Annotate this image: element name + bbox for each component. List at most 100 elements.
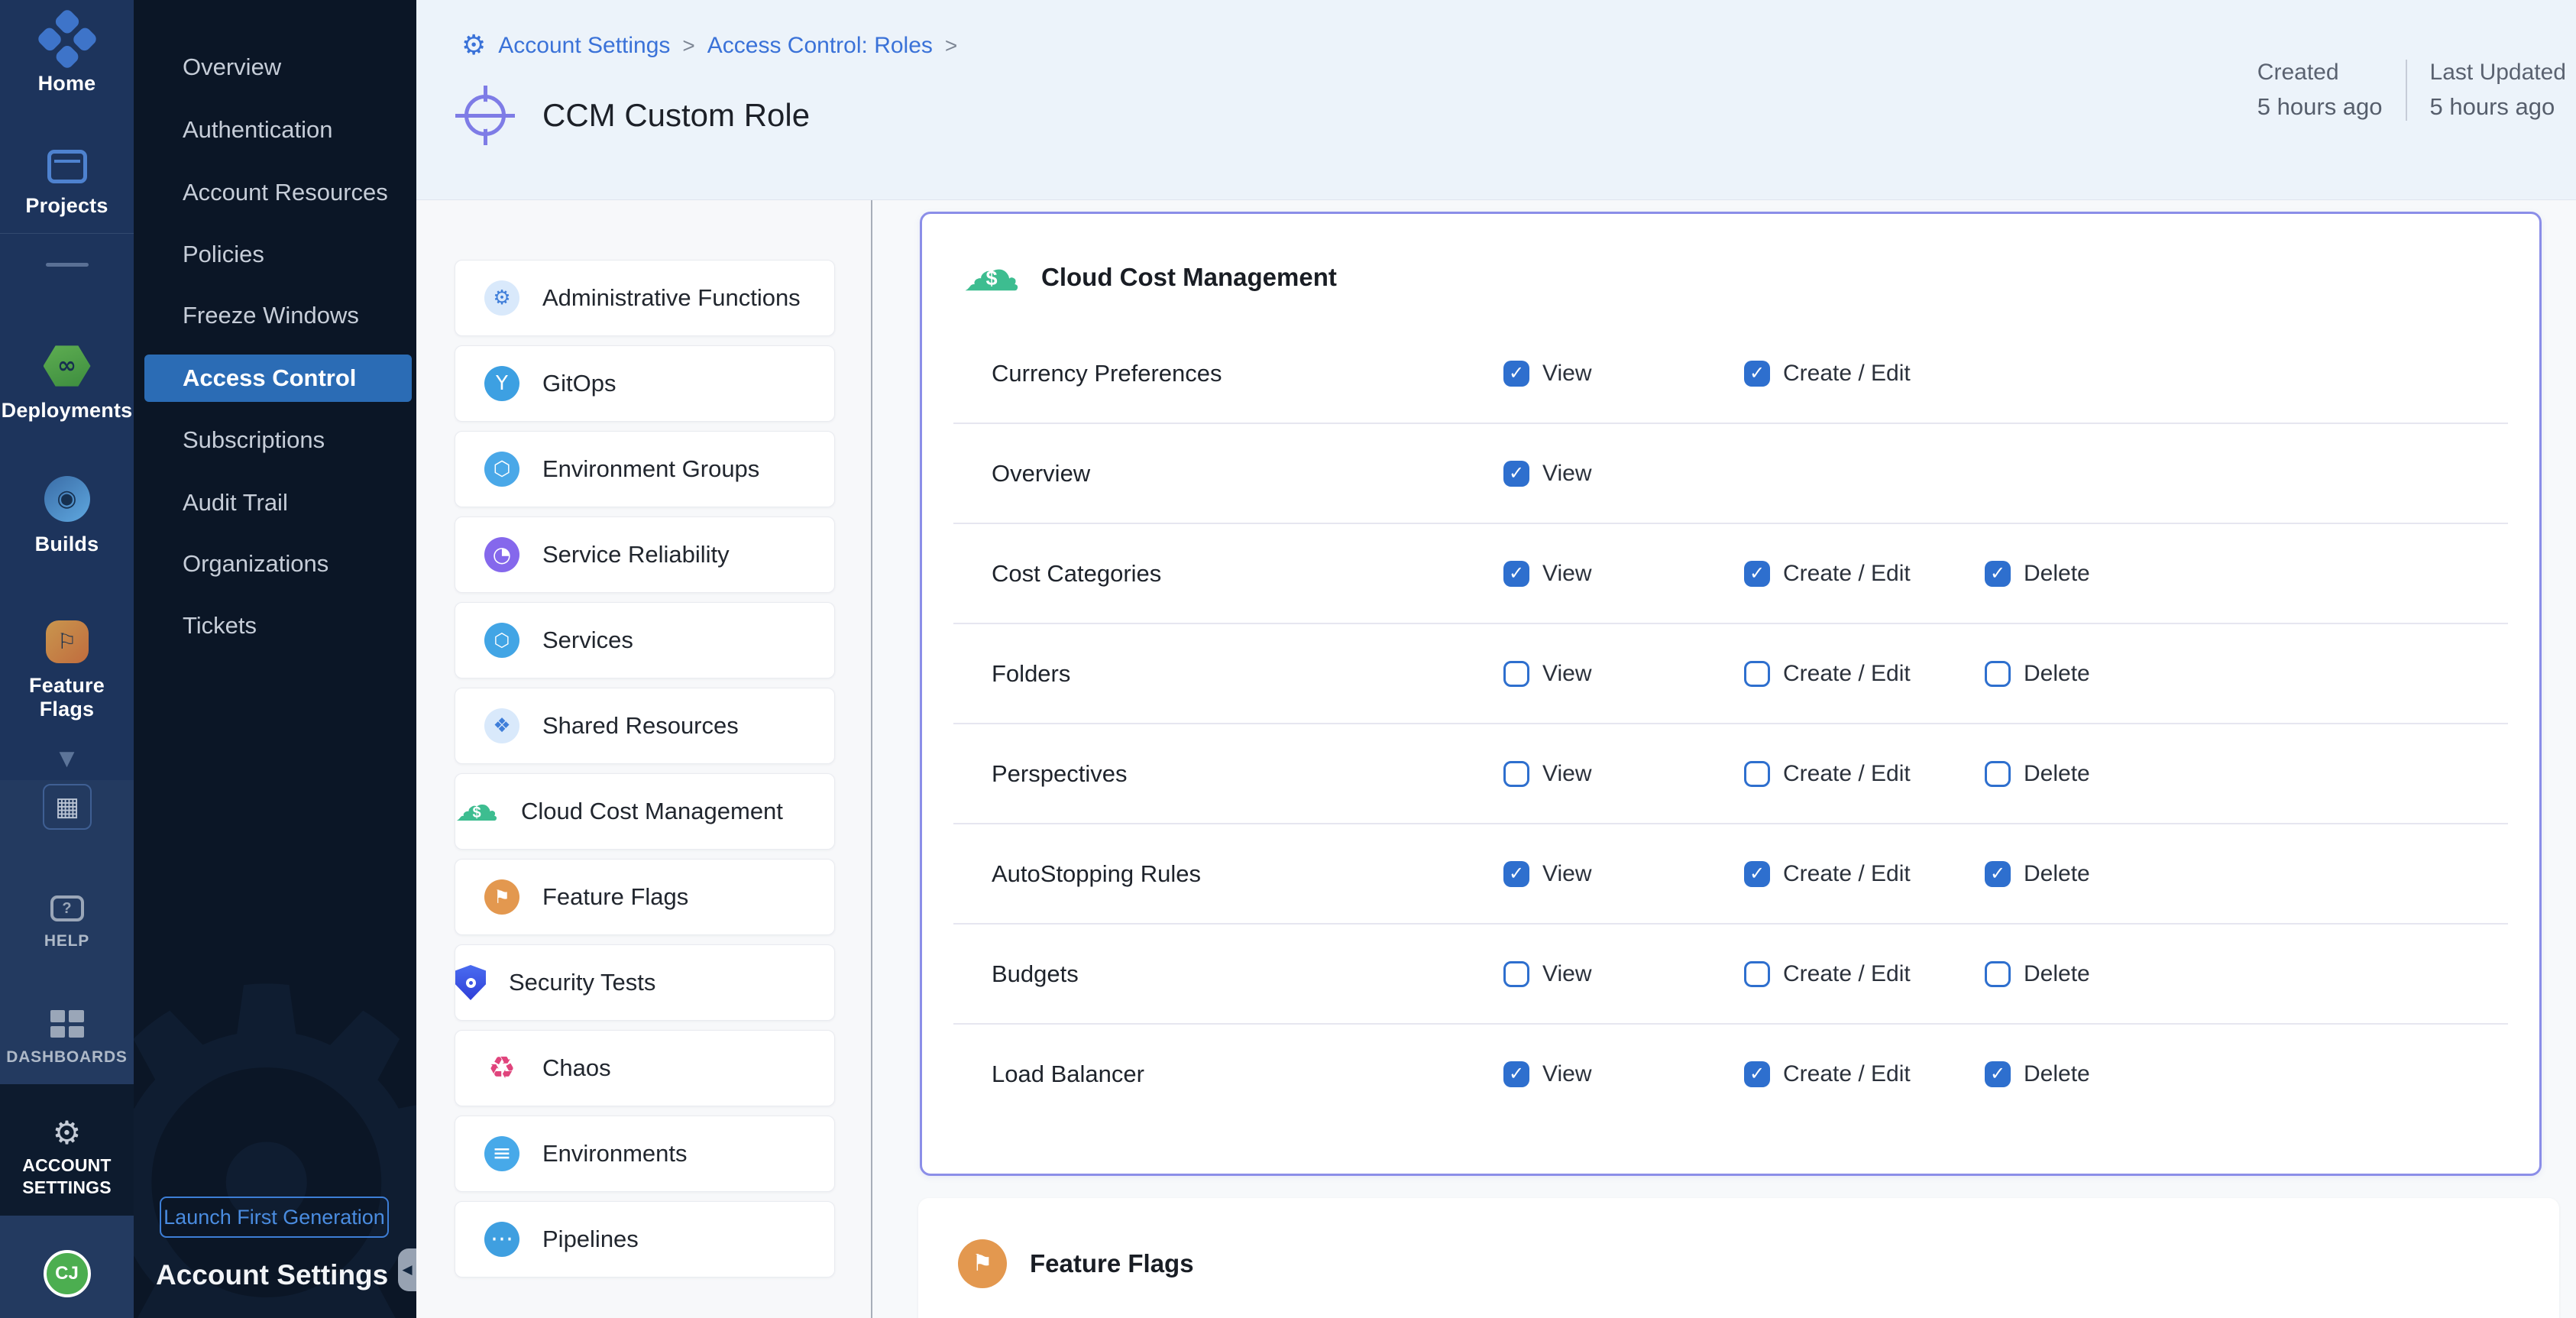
permission-create-edit[interactable]: Create / Edit [1744, 761, 1911, 787]
checkbox-checked[interactable]: ✓ [1744, 861, 1770, 887]
nav-item-organizations[interactable]: Organizations [134, 540, 416, 588]
resource-label: Environment Groups [542, 455, 759, 483]
avatar[interactable]: CJ [44, 1250, 91, 1297]
nav-item-tickets[interactable]: Tickets [134, 602, 416, 649]
resource-card-security-tests[interactable]: Security Tests [455, 944, 835, 1021]
rail-item-account-settings[interactable]: ⚙ ACCOUNT SETTINGS [0, 1117, 134, 1198]
permission-row-name: Load Balancer [992, 1061, 1144, 1088]
permission-view[interactable]: View [1503, 961, 1591, 987]
feature-flags-blob-icon: ⚐ [46, 620, 89, 663]
nav-item-account-resources[interactable]: Account Resources [134, 169, 416, 216]
permission-label: View [1542, 761, 1591, 787]
checkbox-unchecked[interactable] [1744, 661, 1770, 687]
checkbox-checked[interactable]: ✓ [1744, 1061, 1770, 1087]
checkbox-checked[interactable]: ✓ [1744, 361, 1770, 387]
permission-view[interactable]: ✓View [1503, 461, 1591, 487]
rail-item-projects[interactable]: Projects [0, 150, 134, 218]
nav-item-overview[interactable]: Overview [134, 44, 416, 91]
resource-label: Administrative Functions [542, 284, 801, 312]
permission-row-name: AutoStopping Rules [992, 860, 1201, 888]
permission-view[interactable]: ✓View [1503, 561, 1591, 587]
created-value: 5 hours ago [2257, 93, 2383, 121]
checkbox-unchecked[interactable] [1985, 661, 2011, 687]
permission-view[interactable]: ✓View [1503, 1061, 1591, 1087]
permission-view[interactable]: View [1503, 661, 1591, 687]
permission-label: View [1542, 361, 1591, 387]
checkbox-unchecked[interactable] [1503, 761, 1529, 787]
checkbox-checked[interactable]: ✓ [1503, 461, 1529, 487]
permission-label: Delete [2024, 761, 2090, 787]
nav-item-authentication[interactable]: Authentication [134, 106, 416, 154]
resource-card-gitops[interactable]: YGitOps [455, 345, 835, 422]
resource-label: Environments [542, 1140, 688, 1167]
permission-view[interactable]: ✓View [1503, 861, 1591, 887]
breadcrumb-account-settings[interactable]: Account Settings [498, 33, 670, 59]
rail-account-label-1: ACCOUNT [22, 1155, 111, 1176]
checkbox-unchecked[interactable] [1985, 761, 2011, 787]
resource-card-services[interactable]: ⬡Services [455, 602, 835, 678]
permission-create-edit[interactable]: Create / Edit [1744, 961, 1911, 987]
permission-delete[interactable]: ✓Delete [1985, 861, 2090, 887]
checkbox-checked[interactable]: ✓ [1985, 561, 2011, 587]
checkbox-unchecked[interactable] [1503, 661, 1529, 687]
nav-item-policies[interactable]: Policies [134, 231, 416, 278]
checkbox-checked[interactable]: ✓ [1985, 1061, 2011, 1087]
permission-delete[interactable]: Delete [1985, 661, 2090, 687]
permission-delete[interactable]: ✓Delete [1985, 561, 2090, 587]
rail-item-help[interactable]: ? HELP [0, 895, 134, 950]
nav-item-audit-trail[interactable]: Audit Trail [134, 479, 416, 526]
breadcrumb-access-control-roles[interactable]: Access Control: Roles [707, 33, 933, 59]
resource-card-environments[interactable]: ≡Environments [455, 1116, 835, 1192]
resource-card-shared-resources[interactable]: ❖Shared Resources [455, 688, 835, 764]
permission-view[interactable]: View [1503, 761, 1591, 787]
permission-create-edit[interactable]: ✓Create / Edit [1744, 561, 1911, 587]
resource-card-pipelines[interactable]: ⋯Pipelines [455, 1201, 835, 1278]
permission-create-edit[interactable]: ✓Create / Edit [1744, 861, 1911, 887]
checkbox-checked[interactable]: ✓ [1503, 561, 1529, 587]
nav-item-access-control[interactable]: Access Control [144, 355, 412, 402]
checkbox-checked[interactable]: ✓ [1503, 861, 1529, 887]
permission-create-edit[interactable]: ✓Create / Edit [1744, 1061, 1911, 1087]
permission-rows: Currency Preferences✓View✓Create / EditO… [922, 324, 2539, 1123]
module-selector-grid-icon[interactable]: ▦ [43, 784, 92, 830]
nav-item-freeze-windows[interactable]: Freeze Windows [134, 292, 416, 339]
resource-card-service-reliability[interactable]: ◔Service Reliability [455, 517, 835, 593]
resource-label: Security Tests [509, 969, 655, 996]
launch-first-generation-button[interactable]: Launch First Generation [160, 1197, 389, 1238]
resource-card-cloud-cost-management[interactable]: ☁$Cloud Cost Management [455, 773, 835, 850]
permission-delete[interactable]: Delete [1985, 761, 2090, 787]
collapse-panel-handle[interactable]: ◀ [398, 1248, 416, 1291]
resource-card-feature-flags[interactable]: ⚑Feature Flags [455, 859, 835, 935]
checkbox-checked[interactable]: ✓ [1503, 361, 1529, 387]
permission-view[interactable]: ✓ View [1503, 361, 1591, 387]
resource-card-environment-groups[interactable]: ⬡Environment Groups [455, 431, 835, 507]
rail-item-deployments[interactable]: ∞ Deployments [0, 344, 134, 423]
checkbox-unchecked[interactable] [1985, 961, 2011, 987]
permission-delete[interactable]: ✓Delete [1985, 1061, 2090, 1087]
checkbox-checked[interactable]: ✓ [1503, 1061, 1529, 1087]
checkbox-unchecked[interactable] [1744, 961, 1770, 987]
rail-item-feature-flags[interactable]: ⚐ Feature Flags [0, 620, 134, 721]
nav-item-subscriptions[interactable]: Subscriptions [134, 416, 416, 464]
feature-flags-section-card: ⚑ Feature Flags [918, 1198, 2559, 1318]
rail-item-user[interactable]: CJ [0, 1250, 134, 1297]
resource-card-administrative-functions[interactable]: ⚙Administrative Functions [455, 260, 835, 336]
feature-flag-icon: ⚑ [484, 879, 519, 915]
breadcrumb-separator: > [945, 34, 957, 58]
permission-row-currency-preferences: Currency Preferences✓View✓Create / Edit [922, 324, 2539, 423]
checkbox-checked[interactable]: ✓ [1744, 561, 1770, 587]
checkbox-unchecked[interactable] [1503, 961, 1529, 987]
permission-create-edit[interactable]: Create / Edit [1744, 661, 1911, 687]
permission-delete[interactable]: Delete [1985, 961, 2090, 987]
rail-drag-handle[interactable] [46, 263, 89, 267]
rail-help-label: HELP [44, 932, 89, 950]
permission-create-edit[interactable]: ✓Create / Edit [1744, 361, 1911, 387]
rail-item-dashboards[interactable]: DASHBOARDS [0, 1010, 134, 1067]
projects-box-icon [47, 150, 87, 183]
checkbox-unchecked[interactable] [1744, 761, 1770, 787]
checkbox-checked[interactable]: ✓ [1985, 861, 2011, 887]
rail-item-builds[interactable]: ◉ Builds [0, 476, 134, 556]
resource-card-chaos[interactable]: ♻Chaos [455, 1030, 835, 1106]
rail-item-home[interactable]: Home [0, 17, 134, 96]
chevron-down-icon[interactable]: ▼ [0, 749, 134, 769]
